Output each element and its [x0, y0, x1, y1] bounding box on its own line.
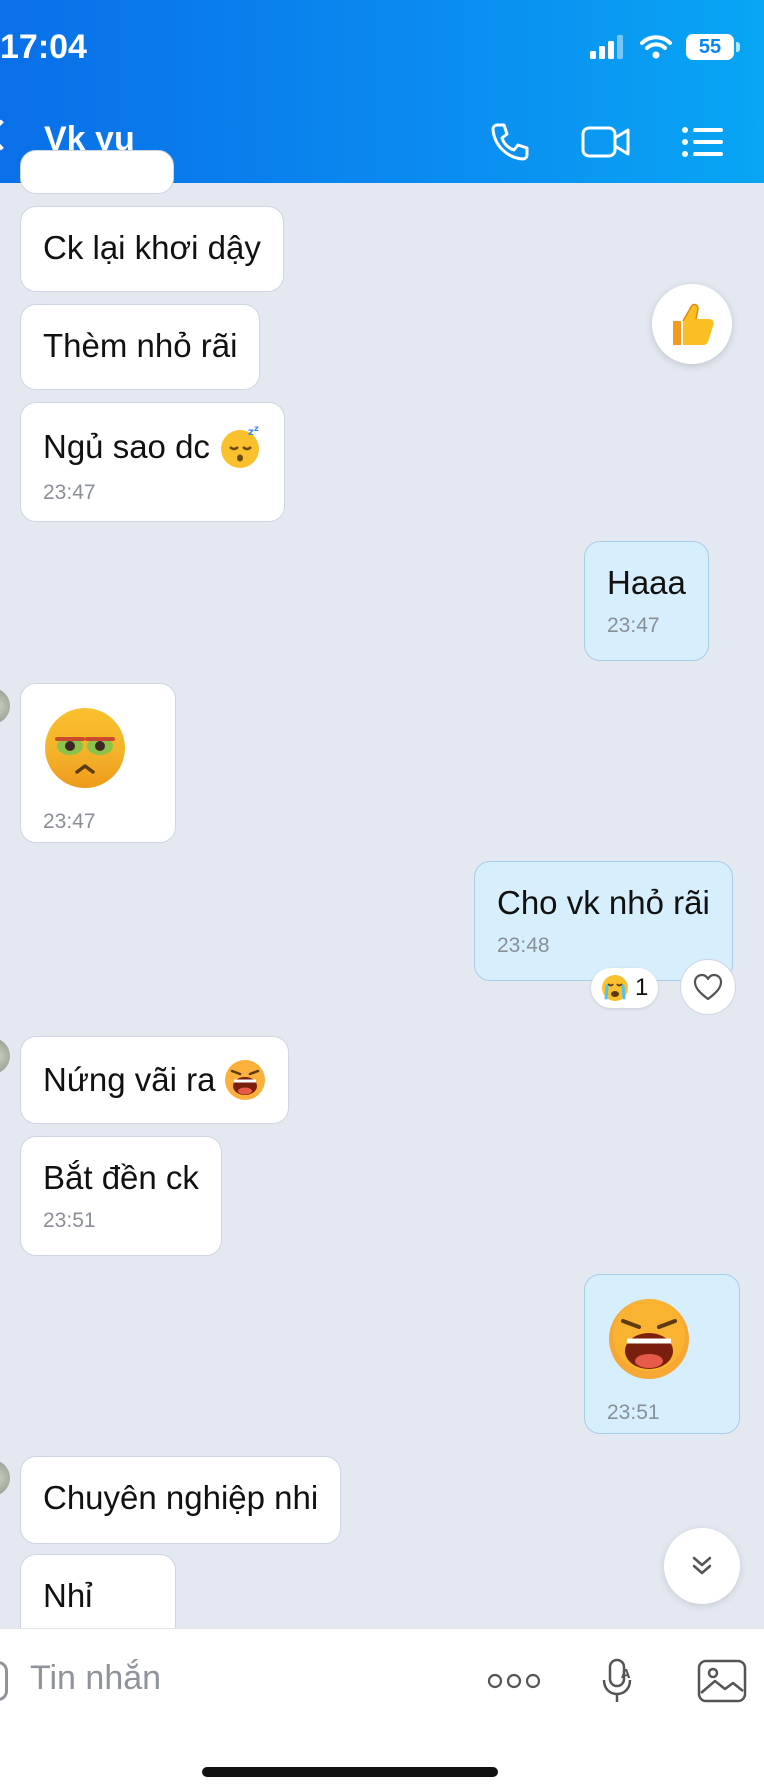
thumbs-up-icon — [673, 303, 714, 345]
quick-like-button[interactable] — [652, 284, 732, 364]
message-text-row: Ngủ sao dc z z — [43, 425, 262, 469]
status-icons: 55 — [590, 34, 740, 60]
message-bubble-sent[interactable]: 23:51 — [584, 1274, 740, 1434]
avatar[interactable] — [0, 1038, 10, 1074]
voice-message-button[interactable]: A — [588, 1651, 648, 1711]
message-text: Nứng vãi ra — [43, 1061, 216, 1098]
message-input[interactable] — [30, 1659, 450, 1698]
crying-face-icon — [602, 975, 628, 1001]
message-text-row: Nứng vãi ra — [43, 1059, 266, 1101]
message-bubble-received[interactable]: Nứng vãi ra — [20, 1036, 289, 1124]
message-bubble-partial[interactable] — [20, 150, 174, 194]
message-bubble-sent[interactable]: Haaa 23:47 — [584, 541, 709, 661]
message-time: 23:47 — [607, 614, 660, 637]
composer-actions: A — [484, 1651, 752, 1711]
double-chevron-down-icon — [692, 1556, 712, 1575]
message-text: Chuyên nghiệp nhi — [43, 1479, 319, 1516]
message-bubble-received[interactable]: Chuyên nghiệp nhi — [20, 1456, 342, 1544]
react-heart-button[interactable] — [680, 959, 736, 1015]
message-time: 23:47 — [43, 481, 96, 504]
heart-icon — [693, 973, 723, 1001]
sleeping-face-icon: z z — [220, 425, 259, 468]
sticker-button[interactable] — [0, 1661, 8, 1701]
message-bubble-received[interactable]: Thèm nhỏ rãi — [20, 304, 261, 390]
call-button[interactable] — [484, 118, 536, 166]
laughing-face-icon — [224, 1060, 265, 1100]
video-call-button[interactable] — [580, 118, 632, 166]
video-camera-icon — [581, 126, 630, 158]
message-bubble-received[interactable]: 23:47 — [20, 683, 176, 843]
message-bubble-received[interactable]: Ck lại khơi dậy — [20, 206, 284, 292]
wifi-icon — [640, 35, 672, 59]
message-time: 23:51 — [43, 1209, 96, 1232]
status-time: 17:04 — [0, 28, 87, 66]
message-text: Haaa — [607, 564, 686, 601]
message-text: Thèm nhỏ rãi — [43, 327, 238, 364]
svg-text:z: z — [254, 425, 259, 433]
list-icon — [682, 127, 723, 157]
avatar[interactable] — [0, 688, 10, 724]
image-icon — [697, 1659, 747, 1703]
message-bubble-received[interactable]: Bắt đền ck 23:51 — [20, 1136, 222, 1256]
message-bubble-received[interactable]: Ngủ sao dc z z 23:47 — [20, 402, 285, 522]
laughing-face-icon — [609, 1299, 689, 1379]
more-dots-icon — [487, 1673, 541, 1689]
signal-icon — [590, 35, 623, 59]
more-options-button[interactable] — [484, 1651, 544, 1711]
avatar[interactable] — [0, 1460, 10, 1496]
message-text: Ck lại khơi dậy — [43, 229, 261, 266]
scroll-to-bottom-button[interactable] — [664, 1528, 740, 1604]
battery-indicator: 55 — [686, 34, 740, 60]
message-time: 23:51 — [607, 1401, 660, 1424]
home-indicator — [202, 1767, 498, 1777]
back-chevron-icon[interactable] — [0, 119, 17, 151]
header-actions — [484, 118, 728, 166]
reaction-summary[interactable]: 1 — [591, 968, 659, 1008]
message-text: Ngủ sao dc — [43, 428, 210, 465]
microphone-icon: A — [602, 1658, 632, 1702]
message-composer: A — [0, 1628, 764, 1792]
reaction-count: 1 — [635, 974, 649, 1001]
menu-button[interactable] — [676, 118, 728, 166]
message-time: 23:48 — [497, 934, 550, 957]
message-text: Bắt đền ck — [43, 1159, 199, 1196]
svg-text:A: A — [621, 1667, 631, 1681]
nauseated-face-icon — [45, 708, 125, 788]
message-text: Cho vk nhỏ rãi — [497, 884, 710, 921]
phone-icon — [491, 123, 529, 161]
message-text: Nhỉ — [43, 1577, 93, 1614]
message-time: 23:47 — [43, 810, 96, 833]
send-image-button[interactable] — [692, 1651, 752, 1711]
